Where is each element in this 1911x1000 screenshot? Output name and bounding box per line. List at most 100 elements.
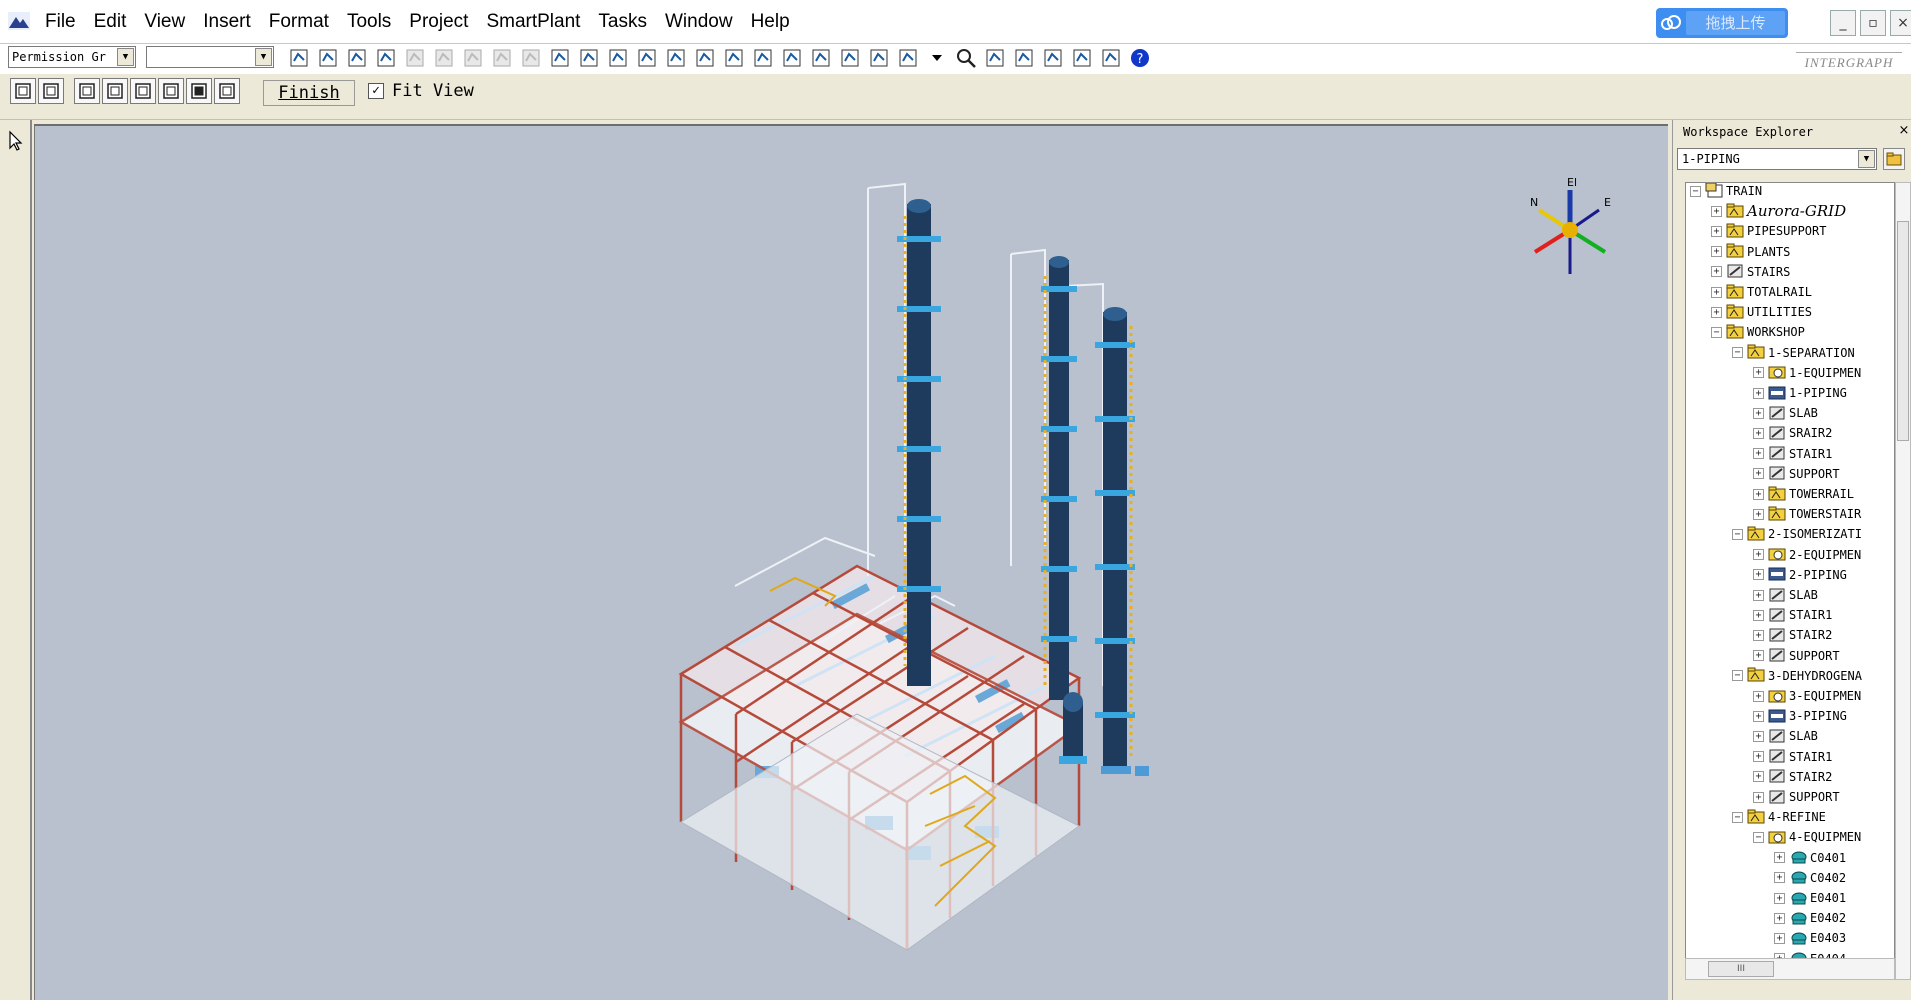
zoom-area-icon[interactable]	[1009, 44, 1038, 72]
tree-item[interactable]: + PLANTS	[1711, 242, 1790, 262]
view-3d-icon[interactable]	[719, 44, 748, 72]
expand-icon[interactable]: +	[1753, 508, 1764, 520]
tree-scroll-thumb[interactable]	[1897, 221, 1909, 441]
step-5-icon[interactable]	[130, 78, 156, 104]
tree-horizontal-scrollbar[interactable]: III	[1685, 958, 1895, 980]
expand-icon[interactable]: +	[1753, 387, 1764, 399]
layout-icon[interactable]	[1096, 44, 1125, 72]
tree-item[interactable]: + SLAB	[1753, 585, 1818, 605]
flag-icon[interactable]	[864, 44, 893, 72]
expand-icon[interactable]: +	[1753, 407, 1764, 419]
menu-tools[interactable]: Tools	[338, 10, 400, 34]
collapse-icon[interactable]: −	[1690, 185, 1701, 197]
tree-item[interactable]: + SLAB	[1753, 726, 1818, 746]
expand-icon[interactable]: +	[1774, 872, 1785, 884]
print-icon[interactable]	[777, 44, 806, 72]
tree-item[interactable]: + STAIRS	[1711, 262, 1790, 282]
tree-item[interactable]: + SUPPORT	[1753, 464, 1840, 484]
step-7-icon[interactable]	[186, 78, 212, 104]
permission-group-combo[interactable]: Permission Gr ▼	[8, 46, 136, 68]
tree-item[interactable]: − WORKSHOP	[1711, 322, 1805, 342]
expand-icon[interactable]: +	[1753, 569, 1764, 581]
app-icon[interactable]	[8, 12, 30, 30]
tree-item[interactable]: − 3-DEHYDROGENA	[1732, 666, 1862, 686]
step-3-icon[interactable]	[74, 78, 100, 104]
tree-item[interactable]: + PIPESUPPORT	[1711, 221, 1826, 241]
upload-button[interactable]: 拖拽上传	[1656, 8, 1788, 38]
horizontal-scroll-thumb[interactable]: III	[1708, 961, 1774, 977]
paste-icon[interactable]	[429, 44, 458, 72]
tree-item[interactable]: + E0402	[1774, 908, 1846, 928]
expand-icon[interactable]: +	[1753, 791, 1764, 803]
tree-item[interactable]: +1-PIPING	[1753, 383, 1847, 403]
collapse-icon[interactable]: −	[1732, 811, 1743, 823]
dropdown-icon[interactable]	[922, 44, 951, 72]
tree-item[interactable]: − 4-REFINE	[1732, 807, 1826, 827]
tree-item[interactable]: +3-PIPING	[1753, 706, 1847, 726]
step-1-icon[interactable]	[10, 78, 36, 104]
tree-item[interactable]: + SLAB	[1753, 403, 1818, 423]
graphic-view[interactable]: El N E	[34, 124, 1668, 1000]
tree-item[interactable]: + E0403	[1774, 928, 1846, 948]
menu-insert[interactable]: Insert	[194, 10, 260, 34]
measure-icon[interactable]	[574, 44, 603, 72]
eraser-icon[interactable]	[690, 44, 719, 72]
delete-icon[interactable]	[458, 44, 487, 72]
save-icon[interactable]	[342, 44, 371, 72]
refresh-icon[interactable]	[371, 44, 400, 72]
explorer-filter-combo[interactable]: 1-PIPING ▼	[1677, 148, 1877, 170]
tree-vertical-scrollbar[interactable]	[1895, 182, 1911, 980]
explorer-close-icon[interactable]: ×	[1897, 124, 1911, 138]
expand-icon[interactable]: +	[1774, 852, 1785, 864]
expand-icon[interactable]: +	[1753, 690, 1764, 702]
check-icon[interactable]	[661, 44, 690, 72]
expand-icon[interactable]: +	[1753, 629, 1764, 641]
new-file-icon[interactable]	[284, 44, 313, 72]
close-button[interactable]: ×	[1890, 10, 1911, 36]
menu-file[interactable]: File	[36, 10, 85, 34]
expand-icon[interactable]: +	[1753, 710, 1764, 722]
expand-icon[interactable]: +	[1711, 225, 1722, 237]
tree-item[interactable]: + E0401	[1774, 888, 1846, 908]
fit-view-checkbox[interactable]: ✓	[368, 83, 384, 99]
menu-help[interactable]: Help	[742, 10, 799, 34]
expand-icon[interactable]: +	[1753, 589, 1764, 601]
collapse-icon[interactable]: −	[1732, 670, 1743, 682]
tree-item[interactable]: + STAIR1	[1753, 605, 1832, 625]
expand-icon[interactable]: +	[1774, 932, 1785, 944]
menu-view[interactable]: View	[135, 10, 194, 34]
expand-icon[interactable]: +	[1753, 609, 1764, 621]
menu-smartplant[interactable]: SmartPlant	[477, 10, 589, 34]
tree-item[interactable]: − TRAIN	[1690, 183, 1762, 201]
menu-edit[interactable]: Edit	[85, 10, 136, 34]
collapse-icon[interactable]: −	[1732, 528, 1743, 540]
tree-item[interactable]: + SUPPORT	[1753, 787, 1840, 807]
menu-format[interactable]: Format	[260, 10, 338, 34]
pan-icon[interactable]	[980, 44, 1009, 72]
expand-icon[interactable]: +	[1753, 650, 1764, 662]
chevron-down-icon[interactable]: ▼	[117, 48, 134, 66]
tree-item[interactable]: + SRAIR2	[1753, 423, 1832, 443]
workspace-tree[interactable]: − TRAIN + Aurora-GRID + PIPESUPPORT + PLANTS + ST…	[1685, 182, 1895, 980]
expand-icon[interactable]: +	[1711, 306, 1722, 318]
expand-icon[interactable]: +	[1774, 912, 1785, 924]
expand-icon[interactable]: +	[1753, 751, 1764, 763]
expand-icon[interactable]: +	[1753, 367, 1764, 379]
step-4-icon[interactable]	[102, 78, 128, 104]
fit-view-option[interactable]: ✓ Fit View	[368, 81, 474, 101]
menu-project[interactable]: Project	[400, 10, 477, 34]
collapse-icon[interactable]: −	[1711, 326, 1722, 338]
edit-icon[interactable]	[632, 44, 661, 72]
tree-item[interactable]: + STAIR2	[1753, 767, 1832, 787]
tree-item[interactable]: +1-EQUIPMEN	[1753, 363, 1861, 383]
step-2-icon[interactable]	[38, 78, 64, 104]
tree-item[interactable]: +2-EQUIPMEN	[1753, 545, 1861, 565]
chevron-down-icon[interactable]: ▼	[255, 48, 272, 66]
select-pointer-icon[interactable]	[6, 130, 26, 152]
tree-item[interactable]: +2-PIPING	[1753, 565, 1847, 585]
grid-icon[interactable]	[893, 44, 922, 72]
clock-icon[interactable]	[603, 44, 632, 72]
expand-icon[interactable]: +	[1774, 892, 1785, 904]
expand-icon[interactable]: +	[1753, 427, 1764, 439]
rotate-icon[interactable]	[516, 44, 545, 72]
